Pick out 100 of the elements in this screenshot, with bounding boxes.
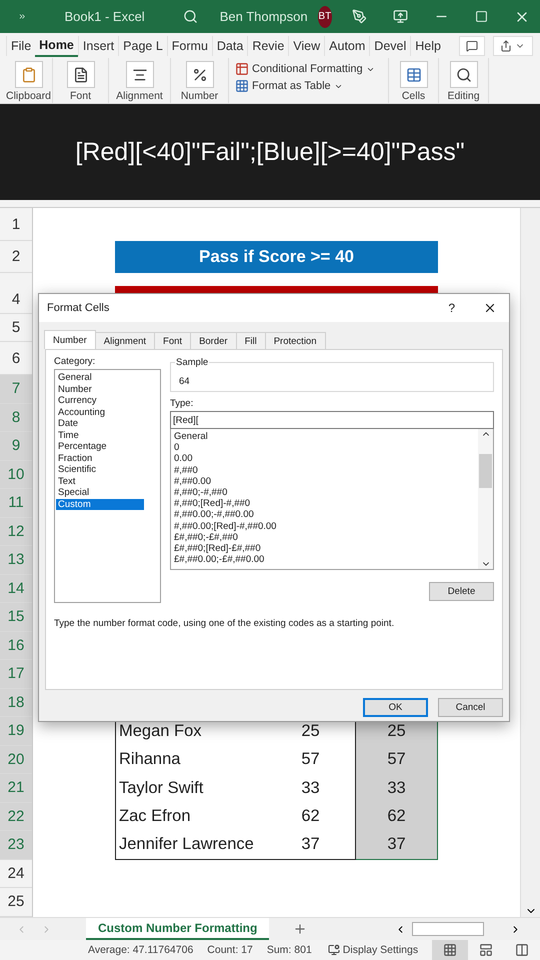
maximize-icon[interactable] <box>475 10 488 23</box>
name-cell: Jennifer Lawrence <box>115 831 272 860</box>
row-header[interactable]: 19 <box>0 717 32 746</box>
row-header[interactable]: 17 <box>0 660 32 688</box>
comments-button[interactable] <box>458 36 485 56</box>
group-label: Font <box>70 90 91 102</box>
row-header[interactable]: 12 <box>0 518 32 546</box>
category-item[interactable]: General <box>56 372 144 384</box>
ribbon-tab[interactable]: Formu <box>166 36 212 56</box>
row-header[interactable]: 22 <box>0 802 32 831</box>
ribbon-tab[interactable]: Data <box>212 36 248 56</box>
font-button[interactable] <box>66 61 94 88</box>
category-item[interactable]: Scientific <box>56 464 144 476</box>
grid-icon <box>443 943 457 957</box>
clipboard-button[interactable] <box>14 61 42 88</box>
group-label: Clipboard <box>6 90 51 102</box>
group-label: Cells <box>402 90 426 102</box>
format-item[interactable]: 0 <box>174 442 475 454</box>
format-item[interactable]: £#,##0;-£#,##0 <box>174 532 475 543</box>
format-item[interactable]: £#,##0;[Red]-£#,##0 <box>174 542 475 554</box>
ribbon-tab[interactable]: Help <box>410 36 445 56</box>
add-sheet-icon[interactable] <box>293 922 308 936</box>
dialog-tab[interactable]: Protection <box>264 332 326 349</box>
category-item[interactable]: Custom <box>56 498 144 510</box>
search-icon[interactable] <box>182 9 198 24</box>
result-cell[interactable]: 37 <box>356 831 438 860</box>
share-button[interactable] <box>492 36 533 56</box>
category-item[interactable]: Currency <box>56 395 144 406</box>
help-button[interactable]: ? <box>448 301 455 315</box>
category-item[interactable]: Special <box>56 487 144 498</box>
format-item[interactable]: £#,##0.00;-£#,##0.00 <box>174 554 475 566</box>
category-item[interactable]: Fraction <box>56 452 144 464</box>
ribbon-tab[interactable]: Insert <box>78 36 118 56</box>
row-header[interactable]: 23 <box>0 831 32 860</box>
format-item[interactable]: #,##0;[Red]-#,##0 <box>174 498 475 510</box>
user-name: Ben Thompson <box>220 9 308 24</box>
align-center-icon <box>132 66 148 82</box>
row-header[interactable]: 15 <box>0 603 32 632</box>
group-label: Number <box>180 90 218 102</box>
close-icon[interactable] <box>483 301 497 315</box>
number-button[interactable] <box>186 61 214 88</box>
scroll-thumb[interactable] <box>479 454 492 488</box>
ok-button[interactable]: OK <box>363 698 428 717</box>
ribbon-tab[interactable]: Devel <box>369 36 410 56</box>
format-item[interactable]: #,##0.00;[Red]-#,##0.00 <box>174 520 475 532</box>
result-cell[interactable]: 57 <box>356 746 438 774</box>
category-item[interactable]: Date <box>56 418 144 430</box>
ribbon-tab[interactable]: View <box>288 36 324 56</box>
row-header[interactable]: 20 <box>0 746 32 774</box>
styles-button[interactable]: Conditional Formatting <box>235 62 388 76</box>
cancel-button[interactable]: Cancel <box>438 698 503 717</box>
type-input[interactable]: [Red][ <box>170 411 494 429</box>
row-header[interactable]: 18 <box>0 688 32 717</box>
display-settings-link[interactable]: Display Settings <box>342 944 418 956</box>
result-cell[interactable]: 33 <box>356 774 438 802</box>
share-icon <box>500 40 512 52</box>
cells-button[interactable] <box>400 61 428 88</box>
format-item[interactable]: #,##0.00 <box>174 476 475 487</box>
ribbon-tab[interactable]: Revie <box>247 36 288 56</box>
dialog-tab[interactable]: Number <box>44 330 96 349</box>
status-stat: Average: 47.11764706 <box>88 944 194 956</box>
format-item[interactable]: #,##0.00;-#,##0.00 <box>174 509 475 520</box>
dialog-tab[interactable]: Alignment <box>94 332 156 349</box>
category-list[interactable]: General Number Currency Accounting Date Time Percentage Fraction Scientific Text Special Custom <box>54 369 161 603</box>
pen-icon[interactable] <box>352 9 367 24</box>
ribbon-tab[interactable]: Page L <box>118 36 167 56</box>
format-item[interactable]: 0.00 <box>174 453 475 465</box>
format-item[interactable]: General <box>174 431 475 442</box>
category-item[interactable]: Text <box>56 476 144 487</box>
format-item[interactable]: #,##0;-#,##0 <box>174 486 475 498</box>
row-header[interactable]: 11 <box>0 489 32 518</box>
category-item[interactable]: Accounting <box>56 406 144 418</box>
row-header[interactable]: 8 <box>0 404 32 432</box>
category-item[interactable]: Number <box>56 384 144 395</box>
row-header[interactable]: 10 <box>0 460 32 489</box>
user-avatar[interactable]: BT <box>318 6 332 28</box>
styles-button[interactable]: Format as Table <box>235 79 388 93</box>
row-header[interactable]: 7 <box>0 375 32 404</box>
row-header[interactable]: 14 <box>0 574 32 603</box>
format-item[interactable]: #,##0 <box>174 464 475 476</box>
ribbon-tab[interactable]: File <box>6 36 36 56</box>
row-header[interactable]: 16 <box>0 632 32 660</box>
result-cell[interactable]: 62 <box>356 802 438 831</box>
format-list[interactable]: General 0 0.00 #,##0 #,##0.00 #,##0;-#,##0 #,##0;[Red]-#,##0 #,##0.00;-#,##0.00 #,##0.00;[Red]-#,##0.00 £#,##0;-£#,##0 £#,##0;[Red]-£#,##0 £#,##0.00;-£#,##0.00 <box>170 429 494 570</box>
row-header[interactable]: 21 <box>0 774 32 802</box>
horizontal-scrollbar[interactable] <box>412 922 484 936</box>
category-item[interactable]: Percentage <box>56 441 144 452</box>
sheet-tab[interactable]: Custom Number Formatting <box>86 918 270 940</box>
row-header[interactable]: 24 <box>0 860 32 888</box>
delete-button[interactable]: Delete <box>429 582 494 601</box>
clipboard-icon <box>20 66 36 82</box>
row-header[interactable]: 13 <box>0 546 32 574</box>
view-button[interactable] <box>432 940 468 960</box>
editing-button[interactable] <box>450 61 478 88</box>
sample-value: 64 <box>179 376 190 387</box>
row-header[interactable]: 9 <box>0 432 32 460</box>
display-settings-icon[interactable] <box>328 944 340 956</box>
alignment-button[interactable] <box>126 61 154 88</box>
category-item[interactable]: Time <box>56 430 144 441</box>
ribbon-tab[interactable]: Autom <box>324 36 370 56</box>
